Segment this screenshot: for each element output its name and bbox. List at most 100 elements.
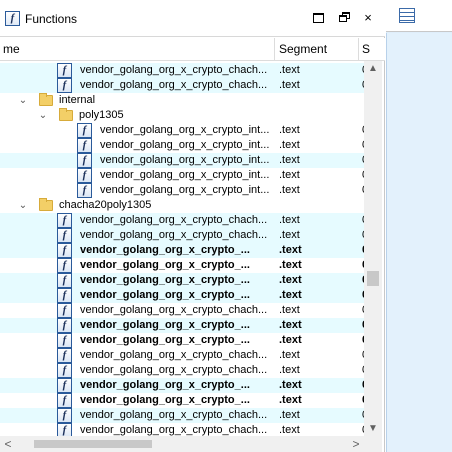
segment-cell: .text: [279, 289, 302, 301]
function-name: vendor_golang_org_x_crypto_...: [80, 244, 250, 256]
function-name: vendor_golang_org_x_crypto_chach...: [80, 214, 268, 226]
function-icon: f: [77, 183, 92, 198]
function-icon: f: [57, 78, 72, 93]
table-row[interactable]: fvendor_golang_org_x_crypto_....text0: [0, 378, 364, 393]
table-row[interactable]: f vendor_golang_org_x_crypto_chach... .tex…: [0, 363, 364, 378]
close-button[interactable]: ×: [359, 9, 377, 27]
function-name: vendor_golang_org_x_crypto_int...: [100, 184, 270, 196]
function-icon: f: [57, 63, 72, 78]
table-row[interactable]: fvendor_golang_org_x_crypto_int....text0: [0, 183, 364, 198]
folder-name: poly1305: [79, 109, 124, 121]
scroll-down-arrow[interactable]: ▼: [364, 421, 382, 436]
table-row[interactable]: f vendor_golang_org_x_crypto_chach... .tex…: [0, 348, 364, 363]
folder-icon: [59, 108, 73, 121]
column-header: me Segment S: [0, 38, 385, 61]
column-header-s[interactable]: S: [362, 38, 370, 61]
table-row[interactable]: fvendor_golang_org_x_crypto_int....text0: [0, 153, 364, 168]
tree-folder-row[interactable]: ⌄ poly1305: [0, 108, 364, 123]
horizontal-scrollbar[interactable]: < >: [0, 436, 364, 452]
folder-name: internal: [59, 94, 96, 106]
segment-cell: .text: [279, 364, 300, 376]
function-name: vendor_golang_org_x_crypto_int...: [100, 169, 270, 181]
segment-cell: .text: [279, 424, 300, 436]
chevron-down-icon[interactable]: ⌄: [17, 93, 29, 108]
table-grid-icon[interactable]: [399, 8, 415, 23]
function-name: vendor_golang_org_x_crypto_chach...: [80, 79, 268, 91]
scroll-up-arrow[interactable]: ▲: [364, 61, 382, 76]
right-pane-header: [386, 0, 452, 32]
vertical-scrollbar[interactable]: ▲ ▼: [364, 61, 382, 436]
function-icon: f: [57, 363, 72, 378]
function-icon: f: [57, 228, 72, 243]
function-name: vendor_golang_org_x_crypto_...: [80, 319, 250, 331]
table-row[interactable]: fvendor_golang_org_x_crypto_....text0: [0, 243, 364, 258]
table-row[interactable]: f vendor_golang_org_x_crypto_chach... .tex…: [0, 408, 364, 423]
function-icon: f: [57, 303, 72, 318]
maximize-button[interactable]: [309, 9, 327, 27]
scroll-left-arrow[interactable]: <: [0, 436, 16, 452]
table-row[interactable]: f vendor_golang_org_x_crypto_chach... .tex…: [0, 303, 364, 318]
segment-cell: .text: [279, 244, 302, 256]
column-separator[interactable]: [358, 38, 359, 61]
function-icon: f: [77, 168, 92, 183]
function-tree: f vendor_golang_org_x_crypto_chach... .tex…: [0, 61, 364, 436]
function-name: vendor_golang_org_x_crypto_chach...: [80, 364, 268, 376]
function-name: vendor_golang_org_x_crypto_...: [80, 289, 250, 301]
chevron-down-icon[interactable]: ⌄: [37, 108, 49, 123]
table-row[interactable]: f vendor_golang_org_x_crypto_chach... .tex…: [0, 228, 364, 243]
maximize-icon: [312, 13, 324, 23]
segment-cell: .text: [279, 229, 300, 241]
function-icon: f: [57, 348, 72, 363]
table-row[interactable]: fvendor_golang_org_x_crypto_int....text0: [0, 168, 364, 183]
function-icon: f: [57, 213, 72, 228]
table-row[interactable]: fvendor_golang_org_x_crypto_int....text0: [0, 123, 364, 138]
function-name: vendor_golang_org_x_crypto_...: [80, 274, 250, 286]
table-row[interactable]: fvendor_golang_org_x_crypto_....text0: [0, 333, 364, 348]
function-icon: f: [57, 423, 72, 436]
function-name: vendor_golang_org_x_crypto_chach...: [80, 409, 268, 421]
segment-cell: .text: [279, 304, 300, 316]
right-pane-content: [386, 33, 452, 452]
table-row[interactable]: fvendor_golang_org_x_crypto_....text0: [0, 393, 364, 408]
function-name: vendor_golang_org_x_crypto_...: [80, 334, 250, 346]
tree-folder-row[interactable]: ⌄ chacha20poly1305: [0, 198, 364, 213]
horizontal-scroll-thumb[interactable]: [34, 440, 152, 448]
chevron-down-icon[interactable]: ⌄: [17, 198, 29, 213]
table-row[interactable]: fvendor_golang_org_x_crypto_....text0: [0, 288, 364, 303]
function-icon: f: [57, 273, 72, 288]
table-row[interactable]: fvendor_golang_org_x_crypto_int....text0: [0, 138, 364, 153]
function-name: vendor_golang_org_x_crypto_chach...: [80, 424, 268, 436]
table-row[interactable]: fvendor_golang_org_x_crypto_....text0: [0, 273, 364, 288]
right-pane: [386, 0, 452, 452]
segment-cell: .text: [279, 139, 300, 151]
segment-cell: .text: [279, 124, 300, 136]
tree-folder-row[interactable]: ⌄ internal: [0, 93, 364, 108]
panel-title: Functions: [25, 12, 78, 26]
function-name: vendor_golang_org_x_crypto_...: [80, 394, 250, 406]
vertical-scroll-thumb[interactable]: [367, 271, 379, 286]
panel-titlebar: f Functions ×: [0, 0, 385, 37]
table-row[interactable]: f vendor_golang_org_x_crypto_chach... .tex…: [0, 78, 364, 93]
scroll-right-arrow[interactable]: >: [348, 436, 364, 452]
table-row[interactable]: fvendor_golang_org_x_crypto_....text0: [0, 258, 364, 273]
table-row[interactable]: f vendor_golang_org_x_crypto_chach... .tex…: [0, 423, 364, 436]
column-separator[interactable]: [274, 38, 275, 61]
function-icon: f: [77, 123, 92, 138]
segment-cell: .text: [279, 259, 302, 271]
segment-cell: .text: [279, 154, 300, 166]
function-name: vendor_golang_org_x_crypto_int...: [100, 139, 270, 151]
table-row[interactable]: f vendor_golang_org_x_crypto_chach... .tex…: [0, 63, 364, 78]
segment-cell: .text: [279, 169, 300, 181]
function-icon: f: [57, 288, 72, 303]
segment-cell: .text: [279, 409, 300, 421]
column-header-segment[interactable]: Segment: [279, 38, 327, 61]
segment-cell: .text: [279, 349, 300, 361]
function-name: vendor_golang_org_x_crypto_int...: [100, 124, 270, 136]
restore-button[interactable]: [335, 9, 353, 27]
table-row[interactable]: f vendor_golang_org_x_crypto_chach... .tex…: [0, 213, 364, 228]
table-row[interactable]: fvendor_golang_org_x_crypto_....text0: [0, 318, 364, 333]
function-icon: f: [5, 11, 20, 26]
column-header-name[interactable]: me: [3, 38, 20, 61]
function-icon: f: [57, 408, 72, 423]
segment-cell: .text: [279, 214, 300, 226]
